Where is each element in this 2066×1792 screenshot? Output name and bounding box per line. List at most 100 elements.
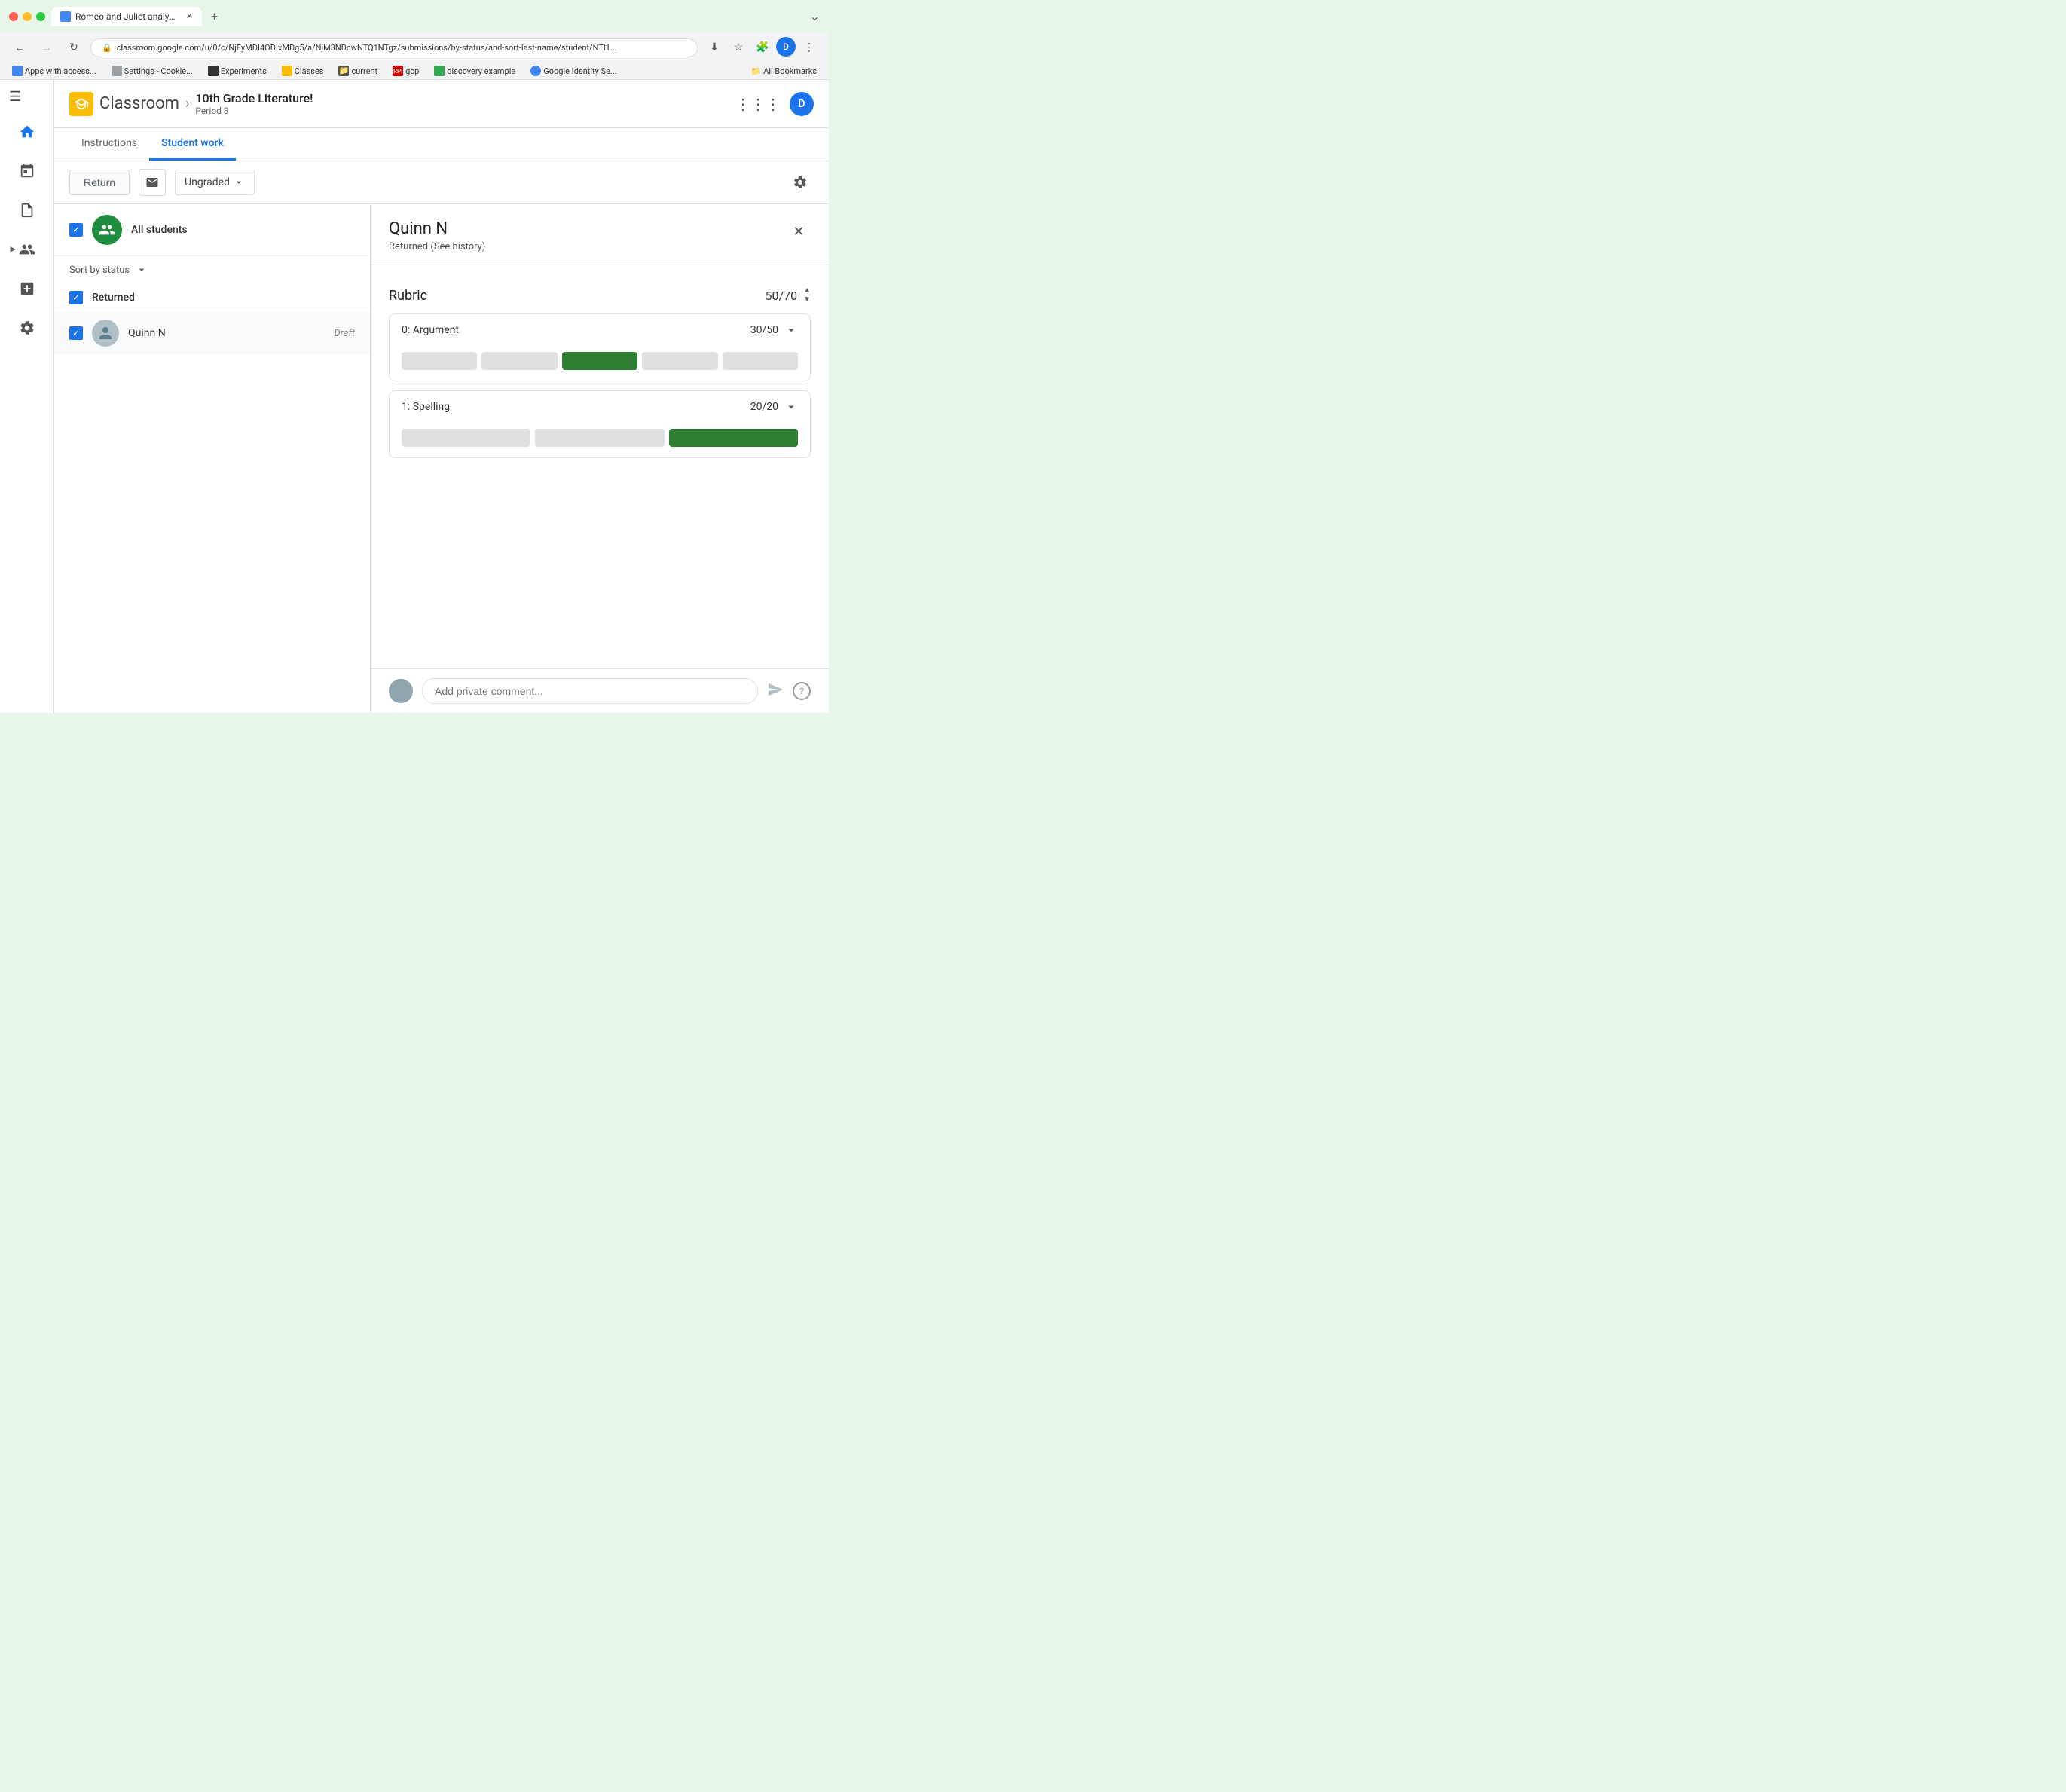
bookmark-google-identity[interactable]: Google Identity Se...: [527, 64, 619, 78]
bookmark-discovery[interactable]: discovery example: [431, 64, 518, 78]
bookmark-folder-icon: 📁: [750, 66, 761, 76]
bookmark-all[interactable]: 📁 All Bookmarks: [747, 65, 820, 78]
bookmark-icon[interactable]: ☆: [728, 37, 749, 58]
bar-segment-5: [723, 352, 798, 370]
criteria-spelling-row: 1: Spelling 20/20: [390, 391, 810, 423]
section-header-returned: ✓ Returned: [54, 283, 370, 312]
score-up-arrow[interactable]: ▲: [803, 286, 811, 295]
criteria-spelling-score: 20/20: [750, 401, 778, 413]
bookmark-discovery-icon: [434, 66, 445, 76]
all-students-checkbox[interactable]: ✓: [69, 223, 83, 237]
new-tab-button[interactable]: +: [205, 6, 224, 26]
expand-arrow-icon: ▶: [11, 246, 17, 254]
active-tab[interactable]: Romeo and Juliet analysis. ✕: [51, 7, 202, 26]
rubric-criteria-spelling: 1: Spelling 20/20: [389, 390, 811, 458]
grade-filter-dropdown[interactable]: Ungraded: [175, 170, 255, 195]
toolbar: Return Ungraded: [54, 161, 829, 204]
student-checkbox[interactable]: ✓: [69, 326, 83, 340]
bookmark-apps-icon: [12, 66, 23, 76]
all-students-row: ✓ All students: [54, 204, 370, 256]
send-comment-button[interactable]: [767, 681, 784, 702]
bookmark-rpi[interactable]: RPI gcp: [390, 64, 422, 78]
student-row[interactable]: ✓ Quinn N Draft: [54, 312, 370, 354]
bookmark-settings[interactable]: Settings - Cookie...: [108, 64, 196, 78]
bookmark-google-identity-label: Google Identity Se...: [543, 66, 616, 76]
bookmark-current-icon: 📁: [338, 66, 349, 76]
sort-dropdown-icon[interactable]: [136, 264, 148, 276]
return-button[interactable]: Return: [69, 170, 130, 195]
email-button[interactable]: [139, 169, 166, 196]
score-down-arrow[interactable]: ▼: [803, 295, 811, 304]
criteria-spelling-expand[interactable]: [784, 400, 798, 414]
tab-instructions[interactable]: Instructions: [69, 128, 149, 161]
sidebar-item-calendar[interactable]: [9, 153, 45, 189]
sidebar-item-add[interactable]: [9, 271, 45, 307]
criteria-argument-row: 0: Argument 30/50: [390, 314, 810, 346]
user-avatar[interactable]: D: [790, 92, 814, 116]
rubric-total-score: 50/70: [766, 289, 798, 303]
sidebar-item-settings[interactable]: [9, 310, 45, 346]
bookmark-current[interactable]: 📁 current: [335, 64, 380, 78]
tab-chevron[interactable]: ⌄: [810, 9, 820, 23]
apps-grid-icon[interactable]: ⋮⋮⋮: [735, 95, 781, 113]
url-bar[interactable]: 🔒 classroom.google.com/u/0/c/NjEyMDI4ODI…: [90, 38, 698, 57]
rubric-title: Rubric: [389, 288, 766, 304]
comment-area: ?: [371, 668, 829, 713]
help-button[interactable]: ?: [793, 682, 811, 700]
minimize-traffic-light[interactable]: [23, 12, 32, 21]
tab-student-work[interactable]: Student work: [149, 128, 236, 161]
student-name: Quinn N: [128, 327, 325, 339]
bar-segment-2: [481, 352, 557, 370]
settings-button[interactable]: [787, 169, 814, 196]
sidebar-item-home[interactable]: [9, 114, 45, 150]
browser-nav: ← → ↻ 🔒 classroom.google.com/u/0/c/NjEyM…: [0, 32, 829, 63]
criteria-argument-name: 0: Argument: [402, 324, 750, 336]
criteria-argument-expand[interactable]: [784, 323, 798, 337]
bookmark-experiments[interactable]: Experiments: [205, 64, 270, 78]
bookmark-apps[interactable]: Apps with access...: [9, 64, 99, 78]
criteria-spelling-name: 1: Spelling: [402, 401, 750, 413]
hamburger-menu[interactable]: ☰: [9, 89, 21, 105]
bar-segment-1: [402, 352, 477, 370]
maximize-traffic-light[interactable]: [36, 12, 45, 21]
close-traffic-light[interactable]: [9, 12, 18, 21]
course-info: 10th Grade Literature! Period 3: [195, 91, 313, 116]
back-button[interactable]: ←: [9, 37, 30, 58]
commenter-avatar: [389, 679, 413, 703]
bookmark-experiments-icon: [208, 66, 219, 76]
criteria-argument-score: 30/50: [750, 324, 778, 336]
detail-student-info: Quinn N Returned (See history): [389, 219, 787, 252]
spelling-bar-segment-2: [535, 429, 664, 447]
profile-menu[interactable]: D: [776, 37, 796, 57]
bookmark-classes[interactable]: Classes: [279, 64, 327, 78]
close-detail-button[interactable]: ✕: [787, 219, 811, 243]
tab-bar: Romeo and Juliet analysis. ✕ + ⌄: [51, 6, 820, 26]
student-submission-status: Draft: [334, 328, 355, 339]
more-menu[interactable]: ⋮: [799, 37, 820, 58]
score-arrows[interactable]: ▲ ▼: [803, 286, 811, 304]
bookmark-rpi-icon: RPI: [393, 66, 403, 76]
sidebar-item-people[interactable]: ▶: [9, 231, 45, 268]
lock-icon: 🔒: [102, 43, 112, 53]
bookmark-settings-icon: [112, 66, 122, 76]
spelling-bar-segments: [402, 429, 798, 447]
criteria-argument-bars: [390, 346, 810, 381]
bar-segment-4: [642, 352, 717, 370]
criteria-spelling-bars: [390, 423, 810, 457]
rubric-header: Rubric 50/70 ▲ ▼: [389, 277, 811, 313]
returned-checkbox[interactable]: ✓: [69, 291, 83, 304]
bookmark-settings-label: Settings - Cookie...: [124, 66, 193, 76]
sidebar-item-assignments[interactable]: [9, 192, 45, 228]
returned-checkbox-check: ✓: [72, 292, 80, 303]
nav-icons: ⬇ ☆ 🧩 D ⋮: [704, 37, 820, 58]
forward-button[interactable]: →: [36, 37, 57, 58]
detail-header: Quinn N Returned (See history) ✕: [371, 204, 829, 265]
bookmark-current-label: current: [351, 66, 377, 76]
download-icon[interactable]: ⬇: [704, 37, 725, 58]
tab-nav: Instructions Student work: [54, 128, 829, 161]
refresh-button[interactable]: ↻: [63, 37, 84, 58]
comment-input[interactable]: [422, 678, 758, 704]
browser-titlebar: Romeo and Juliet analysis. ✕ + ⌄: [0, 0, 829, 32]
extensions-icon[interactable]: 🧩: [752, 37, 773, 58]
tab-close-button[interactable]: ✕: [186, 11, 193, 21]
